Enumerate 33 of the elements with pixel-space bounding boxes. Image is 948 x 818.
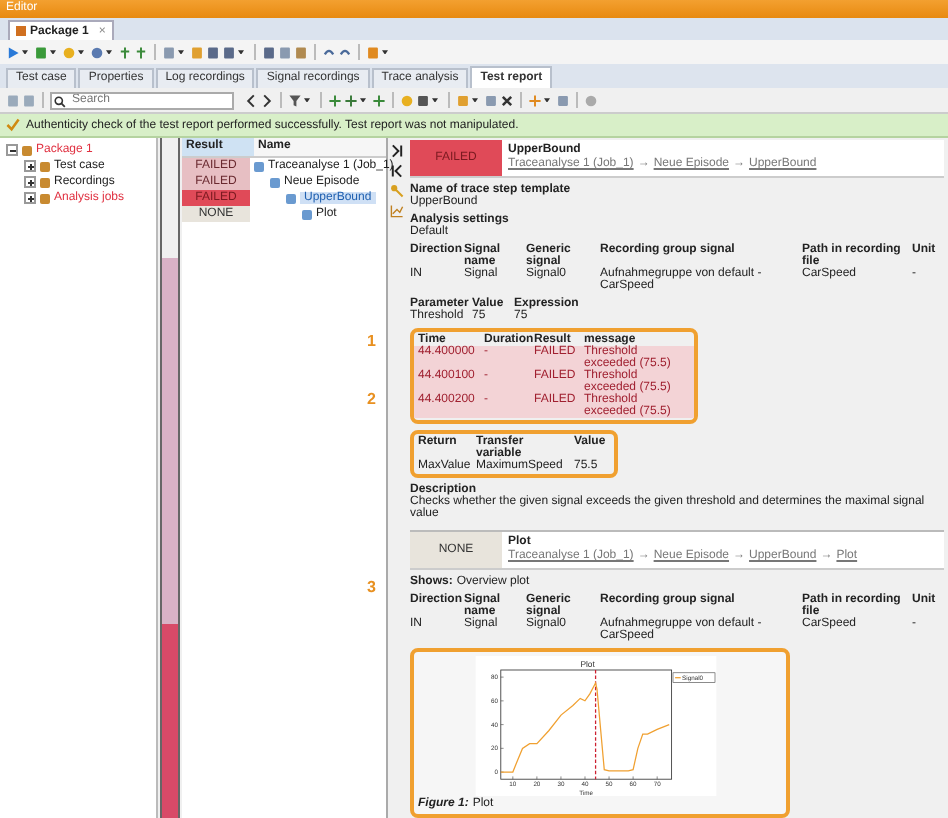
search-icon [54, 95, 66, 107]
dropdown-caret-icon[interactable] [106, 49, 112, 55]
reference-line [594, 669, 597, 780]
annotation-number: 2 [367, 390, 376, 408]
filter-icon[interactable] [288, 93, 302, 107]
dropdown-caret-icon[interactable] [544, 97, 550, 103]
check-icon [6, 118, 20, 132]
previous-icon[interactable] [244, 93, 258, 107]
dropdown-caret-icon[interactable] [178, 49, 184, 55]
delete-icon[interactable] [500, 93, 514, 107]
dropdown-caret-icon[interactable] [382, 49, 388, 55]
dropdown-caret-icon[interactable] [50, 49, 56, 55]
add-icon[interactable] [118, 45, 132, 59]
dropdown-caret-icon[interactable] [22, 49, 28, 55]
expand-icon[interactable] [390, 164, 404, 178]
dropdown-caret-icon[interactable] [238, 49, 244, 55]
redo-icon[interactable] [338, 45, 352, 59]
expander-icon[interactable] [24, 160, 36, 172]
dropdown-caret-icon[interactable] [304, 97, 310, 103]
annotation-number: 3 [367, 578, 376, 596]
expander-icon[interactable] [6, 144, 18, 156]
expander-icon[interactable] [24, 192, 36, 204]
add-icon[interactable] [328, 93, 342, 107]
dropdown-caret-icon[interactable] [472, 97, 478, 103]
dropdown-caret-icon[interactable] [78, 49, 84, 55]
dropdown-caret-icon[interactable] [432, 97, 438, 103]
collapse-icon[interactable] [390, 144, 404, 158]
dropdown-caret-icon[interactable] [360, 97, 366, 103]
undo-icon[interactable] [322, 45, 336, 59]
expander-icon[interactable] [24, 176, 36, 188]
run-icon[interactable] [6, 45, 20, 59]
annotation-number: 1 [367, 332, 376, 350]
next-icon[interactable] [260, 93, 274, 107]
